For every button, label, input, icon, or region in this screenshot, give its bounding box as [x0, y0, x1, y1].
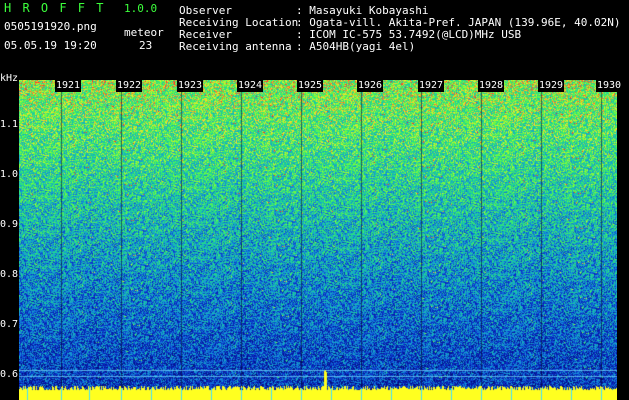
time-tick-label: 1922 [116, 80, 143, 92]
time-tick-label: 1930 [596, 80, 623, 92]
time-tick-label: 1921 [55, 80, 82, 92]
time-tick-label: 1923 [177, 80, 204, 92]
meteor-count: 23 [139, 39, 153, 52]
time-tick-label: 1925 [297, 80, 324, 92]
y-axis-unit: kHz [0, 73, 19, 84]
app-version: 1.0.0 [124, 2, 158, 15]
y-tick-label: 0.8 [0, 269, 19, 280]
app-logo: H R O F F T [4, 1, 106, 15]
meteor-label: meteor [124, 26, 164, 39]
time-tick-label: 1928 [478, 80, 505, 92]
time-tick-label: 1924 [237, 80, 264, 92]
y-tick-label: 1.1 [0, 119, 19, 130]
y-tick-label: 0.9 [0, 219, 19, 230]
waterfall-spectrogram [19, 80, 617, 400]
time-tick-label: 1929 [538, 80, 565, 92]
capture-datetime: 05.05.19 19:20 [4, 39, 97, 52]
time-tick-label: 1927 [418, 80, 445, 92]
image-filename: 0505191920.png [4, 20, 97, 33]
y-tick-label: 0.7 [0, 319, 19, 330]
y-tick-label: 0.6 [0, 369, 19, 380]
time-tick-label: 1926 [357, 80, 384, 92]
y-tick-label: 1.0 [0, 169, 19, 180]
antenna-label: Receiving antenna [179, 40, 292, 53]
antenna-value: : A504HB(yagi 4el) [296, 40, 416, 53]
